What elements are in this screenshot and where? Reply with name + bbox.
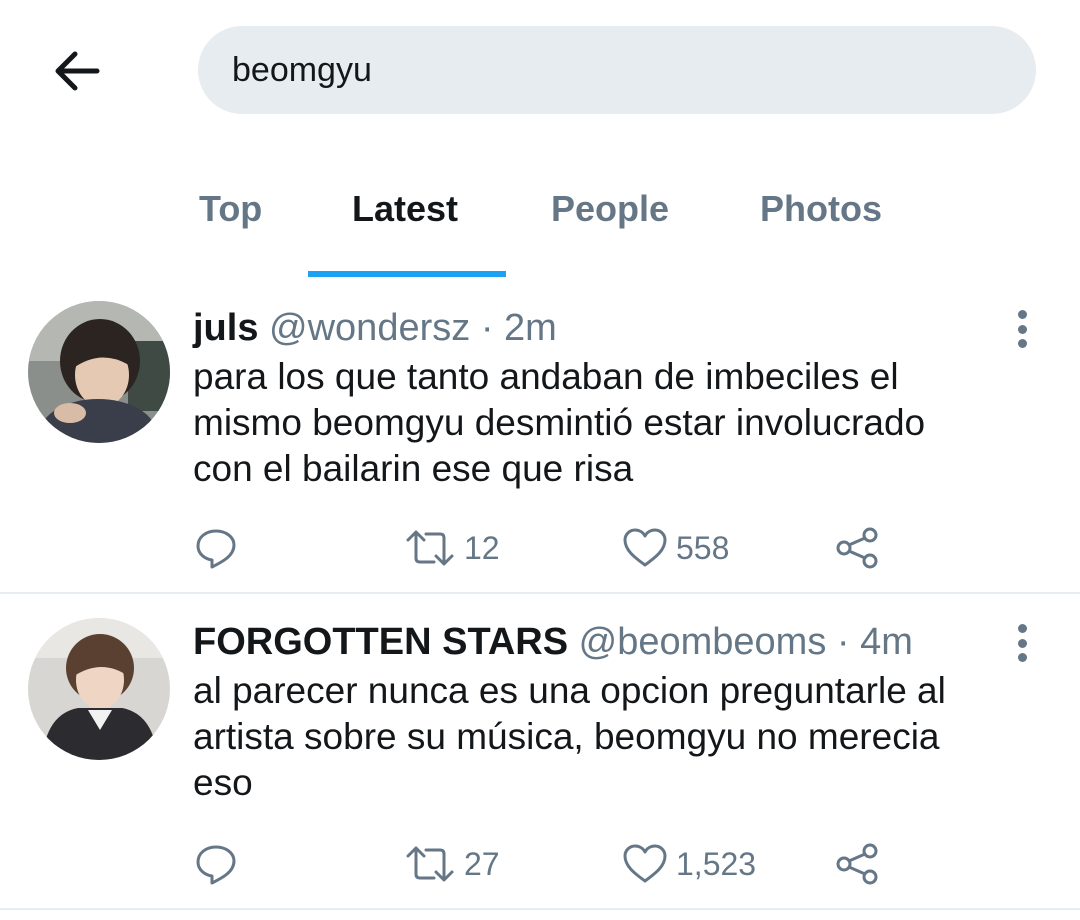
tweet-header: juls @wondersz · 2m	[193, 307, 557, 350]
tweet-text-line: eso	[193, 762, 253, 803]
heart-icon	[623, 528, 667, 567]
reply-button[interactable]	[194, 838, 246, 890]
reply-icon	[196, 845, 236, 885]
reply-icon	[196, 529, 236, 569]
tweet-text-line: artista sobre su música, beomgyu no mere…	[193, 716, 940, 757]
tweet-text: para los que tanto andaban de imbeciles …	[193, 354, 1053, 492]
like-count: 558	[676, 529, 730, 566]
reply-button[interactable]	[194, 522, 246, 574]
timestamp: 4m	[860, 621, 913, 663]
tab-latest[interactable]: Latest	[352, 188, 458, 230]
tweet-header: FORGOTTEN STARS @beombeoms · 4m	[193, 621, 913, 664]
tab-people[interactable]: People	[551, 188, 669, 230]
search-input[interactable]	[232, 50, 1036, 90]
retweet-count: 27	[464, 845, 500, 882]
more-dots-icon	[1017, 310, 1027, 319]
retweet-button[interactable]: 12	[404, 522, 500, 574]
tweet-text-line: al parecer nunca es una opcion preguntar…	[193, 670, 946, 711]
divider	[0, 908, 1080, 910]
share-icon	[836, 527, 878, 569]
tab-bar: Top Latest People Photos	[0, 160, 1080, 280]
like-button[interactable]: 558	[622, 522, 729, 574]
tweet-text-line: mismo beomgyu desmintió estar involucrad…	[193, 402, 926, 443]
tweet-text: al parecer nunca es una opcion preguntar…	[193, 668, 1053, 806]
more-dots-icon	[1017, 624, 1027, 633]
share-button[interactable]	[834, 522, 880, 574]
username[interactable]: @beombeoms	[579, 621, 827, 663]
more-options-button[interactable]	[1006, 620, 1038, 666]
back-button[interactable]	[46, 42, 106, 100]
avatar[interactable]	[28, 618, 170, 760]
tweet-text-line: con el bailarin ese que risa	[193, 448, 634, 489]
retweet-count: 12	[464, 529, 500, 566]
display-name[interactable]: juls	[193, 307, 258, 349]
tab-top[interactable]: Top	[199, 188, 262, 230]
share-button[interactable]	[834, 838, 880, 890]
tab-photos[interactable]: Photos	[760, 188, 882, 230]
like-button[interactable]: 1,523	[622, 838, 756, 890]
retweet-button[interactable]: 27	[404, 838, 500, 890]
search-results-screen: Top Latest People Photos juls @wondersz …	[0, 0, 1080, 920]
arrow-left-icon	[55, 51, 100, 91]
avatar[interactable]	[28, 301, 170, 443]
separator: ·	[480, 307, 494, 349]
tweet-actions: 12 558	[0, 522, 1080, 574]
more-options-button[interactable]	[1006, 306, 1038, 352]
heart-icon	[623, 844, 667, 883]
tweet[interactable]: FORGOTTEN STARS @beombeoms · 4m al parec…	[0, 594, 1080, 910]
tweet[interactable]: juls @wondersz · 2m para los que tanto a…	[0, 280, 1080, 592]
timestamp: 2m	[504, 307, 557, 349]
retweet-icon	[406, 846, 454, 882]
like-count: 1,523	[676, 845, 757, 882]
tweet-actions: 27 1,523	[0, 838, 1080, 890]
search-bar[interactable]	[198, 26, 1036, 114]
display-name[interactable]: FORGOTTEN STARS	[193, 621, 568, 663]
retweet-icon	[406, 530, 454, 566]
separator: ·	[836, 621, 850, 663]
share-icon	[836, 843, 878, 885]
tweet-text-line: para los que tanto andaban de imbeciles …	[193, 356, 899, 397]
username[interactable]: @wondersz	[269, 307, 470, 349]
active-tab-indicator	[308, 271, 506, 277]
